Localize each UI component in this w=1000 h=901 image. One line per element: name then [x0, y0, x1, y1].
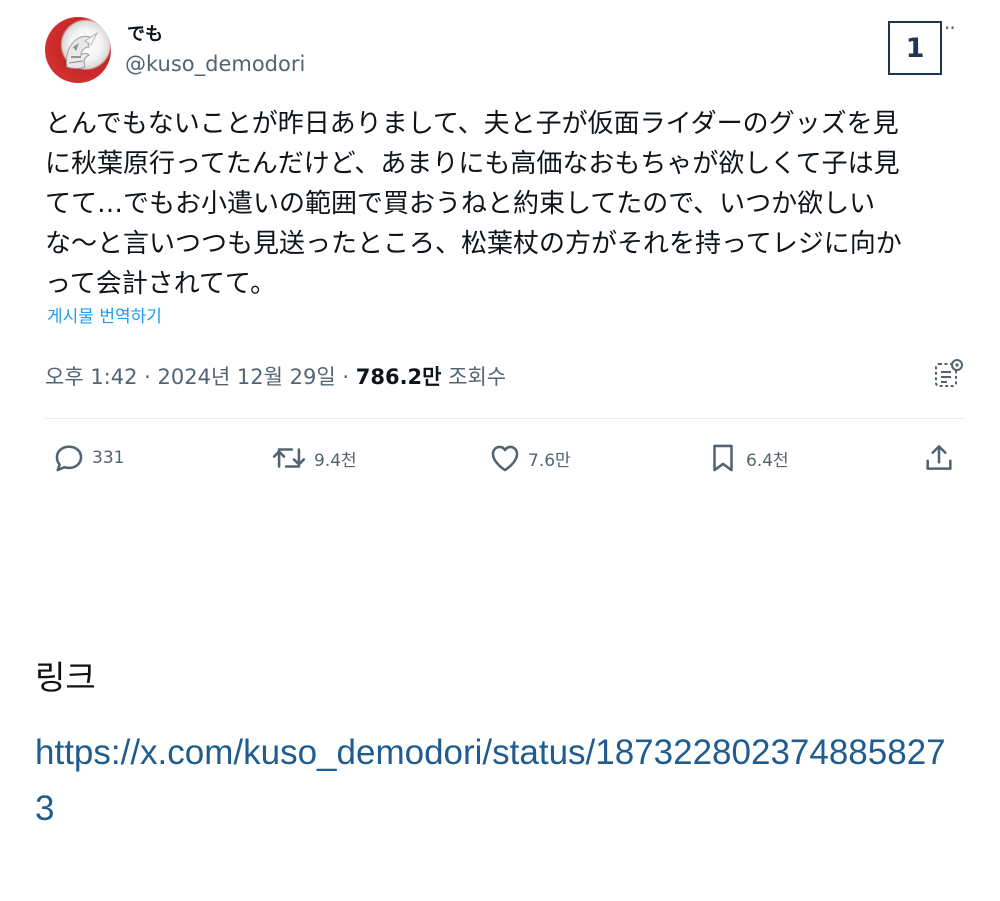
bookmark-button[interactable]: 6.4천 [706, 440, 789, 476]
author-handle[interactable]: @kuso_demodori [125, 52, 305, 76]
reply-button[interactable]: 331 [52, 440, 124, 476]
tweet-metadata: 오후 1:42 · 2024년 12월 29일 · 786.2만 조회수 [45, 361, 506, 391]
bookmark-count: 6.4천 [746, 450, 789, 471]
author-display-name[interactable]: でも [127, 20, 163, 46]
link-section-heading: 링크 [35, 658, 96, 697]
tweet-text-line: に秋葉原行ってたんだけど、あまりにも高価なおもちゃが欲しくて子は見 [45, 149, 900, 179]
share-icon [926, 445, 952, 470]
retweet-icon [272, 448, 306, 468]
analytics-icon[interactable] [930, 356, 966, 392]
avatar-illustration [66, 31, 99, 69]
views-count: 786.2만 [355, 365, 442, 389]
heart-icon [491, 445, 519, 472]
retweet-button[interactable]: 9.4천 [270, 440, 357, 476]
reply-count: 331 [92, 448, 125, 468]
share-button[interactable] [922, 440, 956, 476]
source-url-link[interactable]: https://x.com/kuso_demodori/status/18732… [35, 725, 965, 837]
tweet-screenshot-page: でも @kuso_demodori 1 ·· とんでもないことが昨日ありまして、… [0, 0, 1000, 901]
tweet-body: とんでもないことが昨日ありまして、夫と子が仮面ライダーのグッズを見 に秋葉原行っ… [45, 104, 975, 304]
divider [45, 418, 965, 419]
reply-icon [55, 445, 83, 472]
views-label: 조회수 [441, 365, 507, 389]
tweet-text-line: とんでもないことが昨日ありまして、夫と子が仮面ライダーのグッズを見 [45, 109, 899, 139]
retweet-count: 9.4천 [314, 450, 357, 471]
like-button[interactable]: 7.6만 [488, 440, 571, 476]
tweet-text-line: てて…でもお小遣いの範囲で買おうねと約束してたので、いつか欲しい [45, 189, 876, 219]
tweet-text-line: な〜と言いつつも見送ったところ、松葉杖の方がそれを持ってレジに向か [45, 229, 902, 259]
timestamp[interactable]: 오후 1:42 · 2024년 12월 29일 · [45, 365, 356, 389]
number-badge: 1 [888, 21, 942, 75]
more-options-icon[interactable]: ·· [944, 16, 956, 40]
author-avatar[interactable] [45, 17, 111, 83]
bookmark-icon [713, 444, 733, 472]
like-count: 7.6만 [528, 450, 571, 471]
tweet-text-line: って会計されてて。 [45, 269, 277, 299]
translate-post-link[interactable]: 게시물 번역하기 [47, 302, 162, 327]
